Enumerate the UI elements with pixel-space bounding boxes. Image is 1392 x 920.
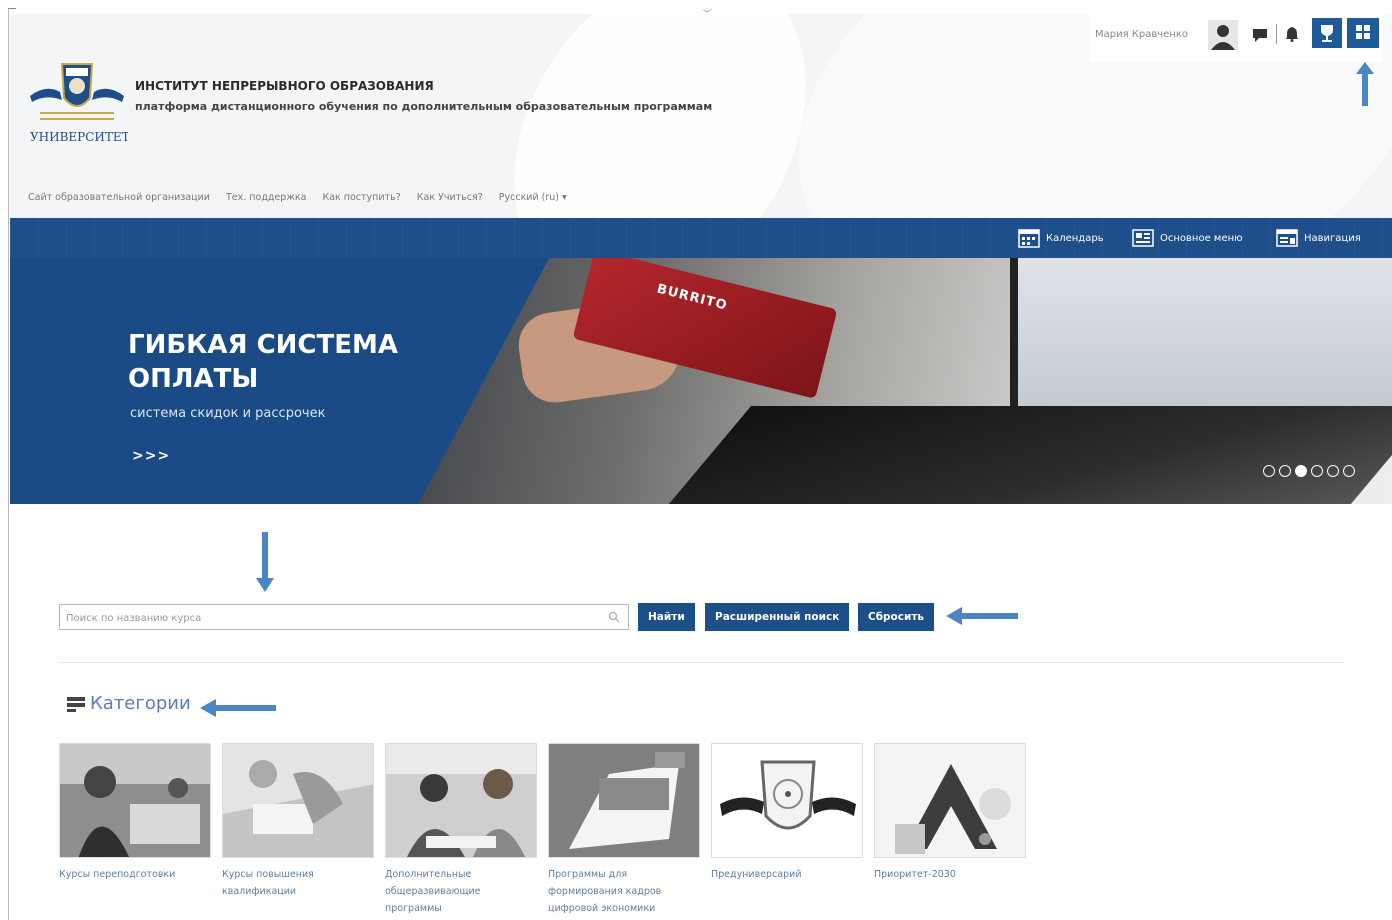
category-card[interactable]: Приоритет-2030 xyxy=(874,743,1026,917)
slider-dot[interactable] xyxy=(1327,465,1339,477)
divider xyxy=(59,662,1344,663)
navigation-label: Навигация xyxy=(1304,232,1361,244)
calendar-icon xyxy=(1018,229,1040,248)
icon-separator xyxy=(1276,24,1277,44)
annotation-arrow-down xyxy=(255,532,275,592)
annotation-arrow-up xyxy=(1355,62,1375,106)
search-icon[interactable] xyxy=(608,611,620,623)
slider-dot-active[interactable] xyxy=(1295,465,1307,477)
slider-dot[interactable] xyxy=(1279,465,1291,477)
annotation-arrow-left xyxy=(200,697,276,719)
categories-list: Курсы переподготовки Курсы повышения ква… xyxy=(59,743,1026,917)
user-name[interactable]: Мария Кравченко xyxy=(1095,29,1188,40)
slider-dots xyxy=(1263,465,1355,477)
slider-dot[interactable] xyxy=(1263,465,1275,477)
university-logo[interactable]: УНИВЕРСИТЕТ xyxy=(26,52,130,152)
category-thumbnail[interactable] xyxy=(548,743,700,858)
category-thumbnail[interactable] xyxy=(222,743,374,858)
category-card[interactable]: Программы для формирования кадров цифров… xyxy=(548,743,700,917)
institute-subtitle: платформа дистанционного обучения по доп… xyxy=(135,100,713,113)
slider-dot[interactable] xyxy=(1311,465,1323,477)
grid-icon xyxy=(1356,25,1370,39)
card-text: BURRITO xyxy=(655,281,729,314)
course-search-box[interactable] xyxy=(59,604,629,630)
advanced-search-button[interactable]: Расширенный поиск xyxy=(705,603,850,631)
categories-header: Категории xyxy=(66,693,191,714)
category-label[interactable]: Дополнительные общеразвивающие программы xyxy=(385,866,537,917)
category-label[interactable]: Курсы переподготовки xyxy=(59,866,211,883)
calendar-link[interactable]: Календарь xyxy=(1018,228,1104,248)
top-navigation: Сайт образовательной организации Тех. по… xyxy=(28,192,567,203)
logo-caption: УНИВЕРСИТЕТ xyxy=(30,130,128,144)
frame-tick xyxy=(702,6,712,12)
category-label[interactable]: Курсы повышения квалификации xyxy=(222,866,374,900)
category-thumbnail[interactable] xyxy=(385,743,537,858)
course-search-input[interactable] xyxy=(64,609,608,627)
institute-title: ИНСТИТУТ НЕПРЕРЫВНОГО ОБРАЗОВАНИЯ xyxy=(135,79,434,93)
calendar-label: Календарь xyxy=(1046,232,1104,244)
frame-border xyxy=(8,8,9,920)
nav-how-to-enroll[interactable]: Как поступить? xyxy=(322,192,400,203)
nav-how-to-study[interactable]: Как Учиться? xyxy=(417,192,483,203)
language-selector[interactable]: Русский (ru) ▾ xyxy=(499,192,567,203)
category-label[interactable]: Предуниверсарий xyxy=(711,866,863,883)
main-menu-link[interactable]: Основное меню xyxy=(1132,228,1243,248)
apps-menu-button[interactable] xyxy=(1347,18,1379,48)
slide-subtitle: система скидок и рассрочек xyxy=(130,406,326,421)
category-label[interactable]: Приоритет-2030 xyxy=(874,866,1026,883)
nav-support[interactable]: Тех. поддержка xyxy=(226,192,306,203)
category-thumbnail[interactable] xyxy=(711,743,863,858)
category-thumbnail[interactable] xyxy=(59,743,211,858)
main-menu-icon xyxy=(1132,229,1154,247)
category-card[interactable]: Курсы переподготовки xyxy=(59,743,211,917)
category-card[interactable]: Дополнительные общеразвивающие программы xyxy=(385,743,537,917)
notifications-icon[interactable] xyxy=(1285,26,1299,42)
navigation-link[interactable]: Навигация xyxy=(1276,228,1361,248)
nav-org-site[interactable]: Сайт образовательной организации xyxy=(28,192,210,203)
frame-corner xyxy=(8,8,16,9)
category-thumbnail[interactable] xyxy=(874,743,1026,858)
promo-slider[interactable]: BURRITO ГИБКАЯ СИСТЕМА ОПЛАТЫ система ск… xyxy=(10,258,1392,504)
annotation-arrow-left xyxy=(946,605,1018,627)
trophy-icon xyxy=(1321,25,1333,42)
category-card[interactable]: Предуниверсарий xyxy=(711,743,863,917)
user-avatar[interactable] xyxy=(1208,20,1238,50)
categories-title: Категории xyxy=(90,693,191,714)
main-menu-label: Основное меню xyxy=(1160,232,1243,244)
navigation-icon xyxy=(1276,229,1298,247)
achievements-button[interactable] xyxy=(1312,18,1342,48)
slide-title: ГИБКАЯ СИСТЕМА ОПЛАТЫ xyxy=(128,330,399,394)
slider-dot[interactable] xyxy=(1343,465,1355,477)
messages-icon[interactable] xyxy=(1251,26,1269,44)
category-label[interactable]: Программы для формирования кадров цифров… xyxy=(548,866,700,917)
blocks-toolbar: Календарь Основное меню Навигация xyxy=(10,218,1392,258)
find-button[interactable]: Найти xyxy=(638,603,695,631)
slide-more-link[interactable]: >>> xyxy=(132,448,170,464)
reset-button[interactable]: Сбросить xyxy=(858,603,935,631)
category-card[interactable]: Курсы повышения квалификации xyxy=(222,743,374,917)
categories-icon xyxy=(67,696,85,712)
